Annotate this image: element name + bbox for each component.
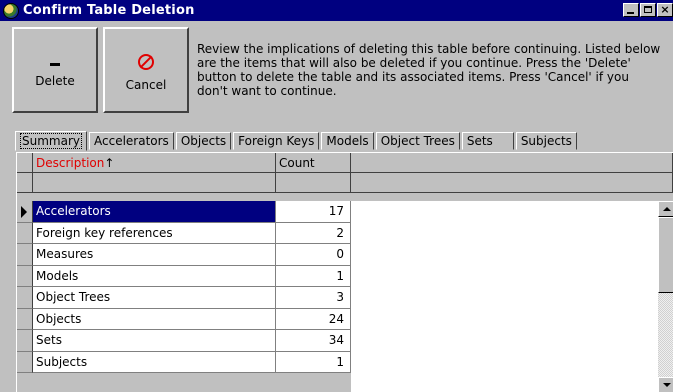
description-cell[interactable]: Foreign key references (33, 222, 276, 244)
table-row[interactable]: Subjects 1 (17, 351, 658, 373)
table-row[interactable]: Object Trees 3 (17, 287, 658, 309)
close-button[interactable]: × (657, 3, 673, 17)
table-row[interactable]: Sets 34 (17, 330, 658, 352)
vertical-scrollbar[interactable] (658, 201, 673, 392)
tab-accelerators[interactable]: Accelerators (89, 132, 174, 150)
table-row[interactable]: Foreign key references 2 (17, 222, 658, 244)
count-cell[interactable]: 34 (276, 330, 351, 352)
title-bar[interactable]: Confirm Table Deletion × (0, 0, 673, 21)
row-selector[interactable] (17, 308, 33, 330)
count-cell[interactable]: 0 (276, 244, 351, 266)
tab-label: Sets (466, 134, 493, 148)
filter-cell-empty (351, 173, 673, 193)
table-row[interactable]: Objects 24 (17, 308, 658, 330)
column-header-count[interactable]: Count (276, 153, 351, 173)
instruction-message: Review the implications of deleting this… (197, 42, 661, 98)
count-cell[interactable]: 17 (276, 201, 351, 223)
row-indicator-header (17, 153, 33, 173)
window-title: Confirm Table Deletion (23, 3, 195, 18)
scroll-thumb[interactable] (658, 217, 673, 293)
count-cell[interactable]: 1 (276, 265, 351, 287)
description-cell[interactable]: Accelerators (33, 201, 276, 223)
grid-header-row: Description↑ Count (17, 153, 673, 173)
scroll-up-icon (663, 207, 671, 211)
column-header-empty (351, 153, 673, 173)
description-header-label: Description (36, 156, 105, 170)
tab-objects[interactable]: Objects (175, 132, 232, 150)
delete-button-label: Delete (35, 73, 75, 88)
tab-summary[interactable]: Summary (15, 131, 87, 151)
cancel-button-label: Cancel (125, 78, 167, 92)
close-icon: × (660, 3, 670, 16)
window-controls: × (622, 3, 673, 17)
row-selector[interactable] (17, 201, 33, 223)
description-cell[interactable]: Models (33, 265, 276, 287)
tab-label: Object Trees (380, 134, 455, 148)
row-selector[interactable] (17, 244, 33, 266)
row-selector[interactable] (17, 351, 33, 373)
table-row[interactable]: Accelerators 17 (17, 201, 658, 223)
description-cell[interactable]: Objects (33, 308, 276, 330)
filter-cell-description[interactable] (33, 173, 276, 193)
sort-ascending-icon: ↑ (104, 156, 115, 170)
confirm-table-deletion-window: Confirm Table Deletion × Delete Cancel R… (0, 0, 673, 392)
table-row[interactable]: Models 1 (17, 265, 658, 287)
scroll-down-icon (663, 383, 671, 387)
description-cell[interactable]: Object Trees (33, 287, 276, 309)
row-selector[interactable] (17, 265, 33, 287)
count-cell[interactable]: 24 (276, 308, 351, 330)
tab-sets[interactable]: Sets (461, 132, 514, 150)
tab-label: Subjects (520, 134, 572, 148)
row-selector[interactable] (17, 287, 33, 309)
description-cell[interactable]: Sets (33, 330, 276, 352)
app-globe-icon (3, 2, 19, 19)
description-cell[interactable]: Subjects (33, 351, 276, 373)
current-row-arrow-icon (21, 206, 27, 218)
maximize-icon (644, 6, 652, 13)
tab-label: Accelerators (94, 134, 169, 148)
prohibit-icon (138, 54, 154, 70)
count-cell[interactable]: 1 (276, 351, 351, 373)
minimize-button[interactable] (623, 3, 639, 17)
grid-filter-row (17, 173, 673, 193)
count-cell[interactable]: 3 (276, 287, 351, 309)
scroll-up-button[interactable] (658, 201, 673, 217)
filter-cell-count[interactable] (276, 173, 351, 193)
tab-strip: Summary Accelerators Objects Foreign Key… (15, 131, 579, 152)
cancel-button[interactable]: Cancel (103, 27, 189, 113)
column-header-description[interactable]: Description↑ (33, 153, 276, 173)
tab-label: Objects (180, 134, 227, 148)
tab-foreign-keys[interactable]: Foreign Keys (233, 132, 320, 150)
table-row[interactable]: Measures 0 (17, 244, 658, 266)
summary-grid: Description↑ Count Accelerators 17 Foreign… (16, 152, 673, 392)
row-selector[interactable] (17, 222, 33, 244)
row-selector[interactable] (17, 330, 33, 352)
tab-object-trees[interactable]: Object Trees (375, 132, 460, 150)
maximize-button[interactable] (640, 3, 656, 17)
count-header-label: Count (279, 156, 315, 170)
tab-label: Foreign Keys (238, 134, 315, 148)
dash-icon (50, 62, 60, 66)
tab-models[interactable]: Models (321, 132, 374, 150)
minimize-icon (627, 12, 634, 14)
tab-label: Models (326, 134, 369, 148)
delete-button[interactable]: Delete (12, 27, 98, 113)
count-cell[interactable]: 2 (276, 222, 351, 244)
tab-label: Summary (20, 133, 82, 149)
filter-indicator-cell (17, 173, 33, 193)
description-cell[interactable]: Measures (33, 244, 276, 266)
tab-subjects[interactable]: Subjects (515, 132, 577, 150)
scroll-down-button[interactable] (658, 377, 673, 392)
grid-rows: Accelerators 17 Foreign key references 2 Mea… (17, 201, 658, 373)
